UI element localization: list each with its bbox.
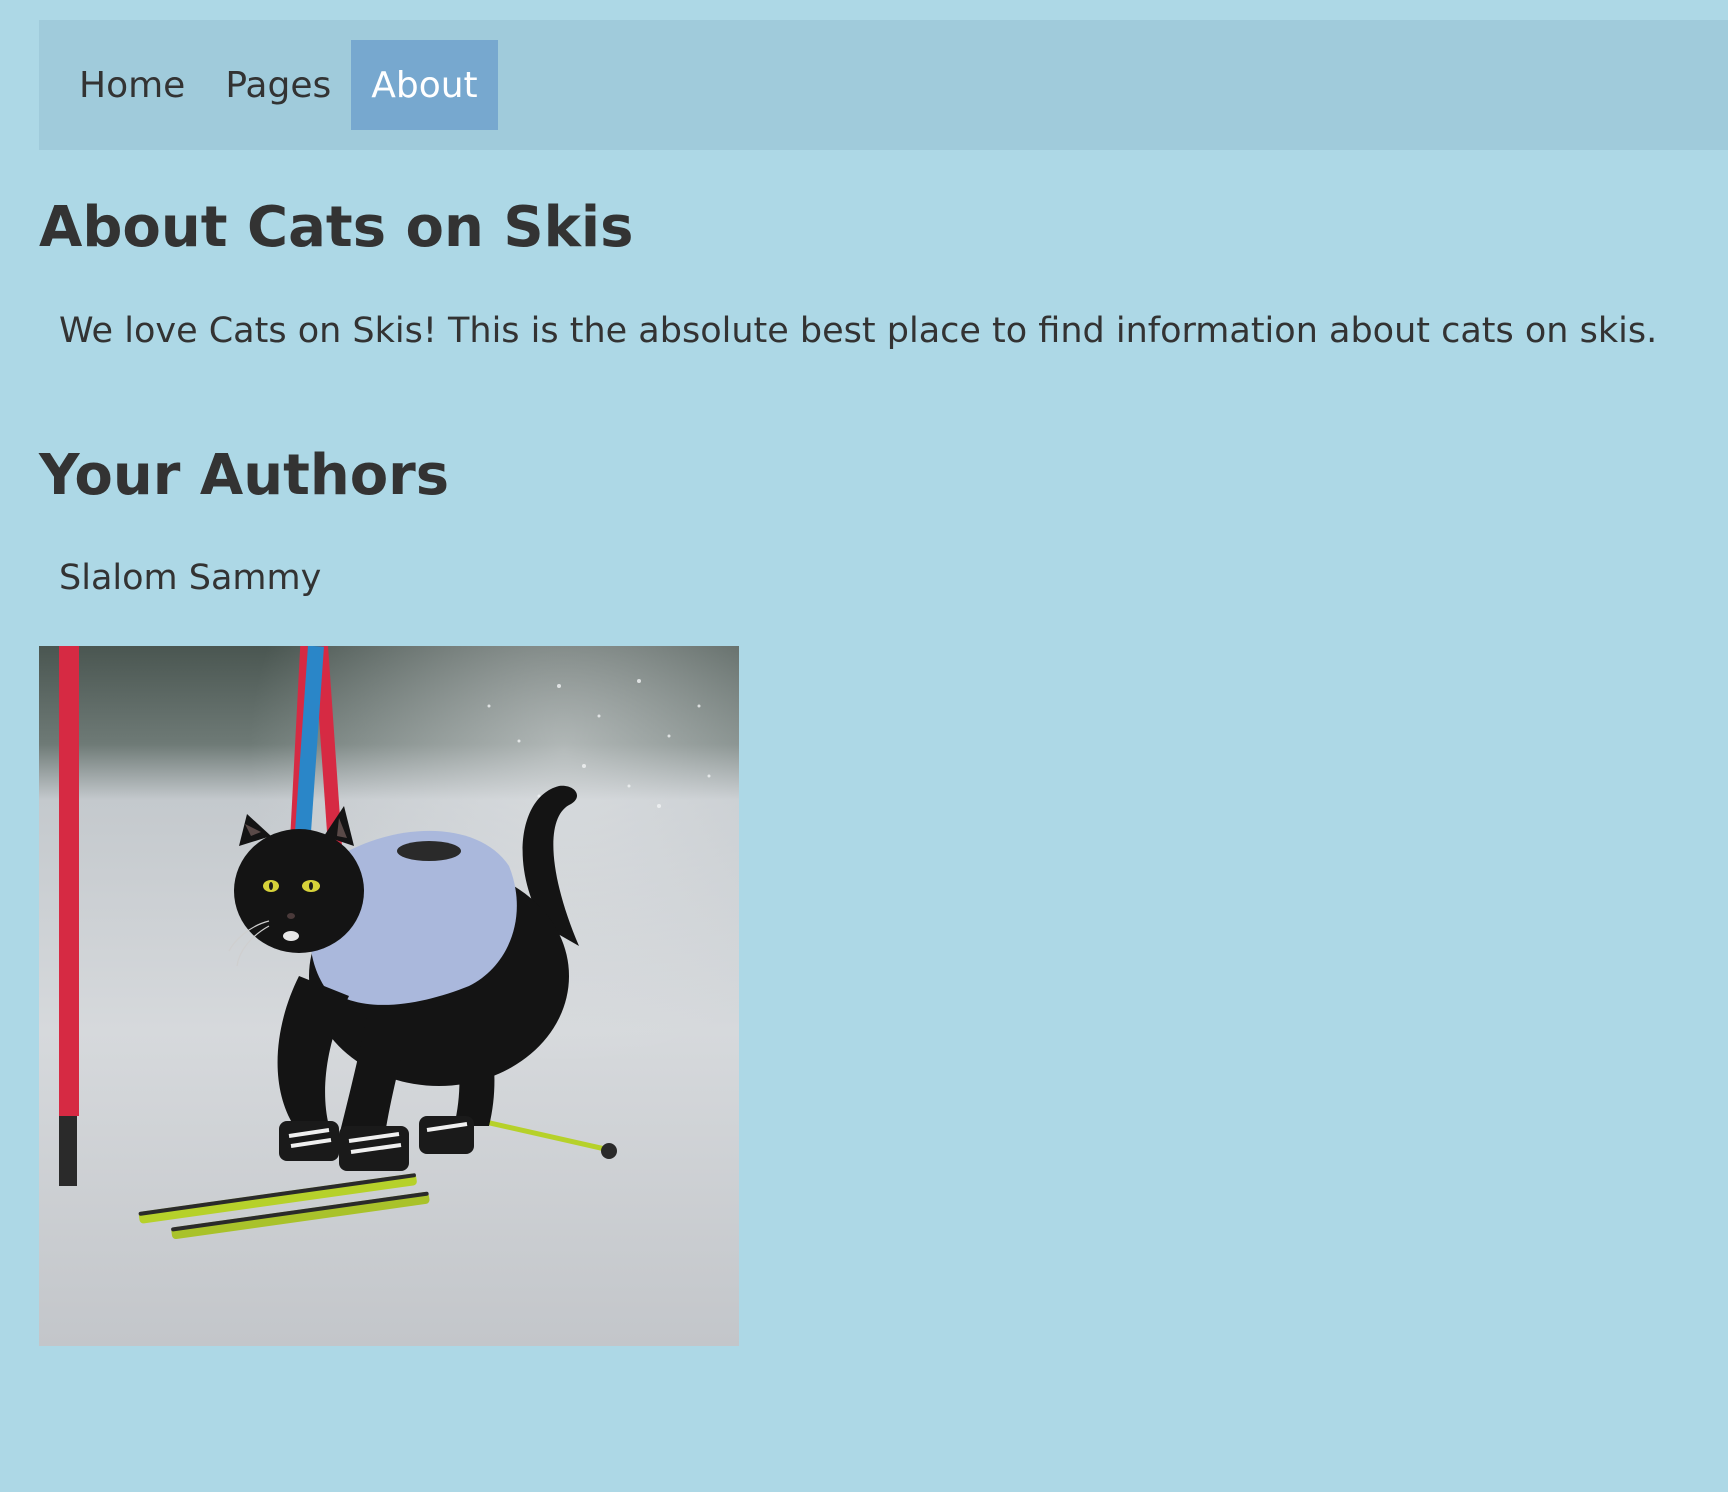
nav-item-about[interactable]: About xyxy=(351,40,498,130)
nav-item-home[interactable]: Home xyxy=(59,40,205,130)
page-title: About Cats on Skis xyxy=(39,195,634,260)
top-navbar: Home Pages About xyxy=(39,20,1728,150)
author-name: Slalom Sammy xyxy=(59,558,322,598)
nav-list: Home Pages About xyxy=(59,40,498,130)
page: Home Pages About About Cats on Skis We l… xyxy=(0,0,1728,1492)
author-photo xyxy=(39,646,739,1346)
authors-heading: Your Authors xyxy=(39,443,450,508)
nav-item-pages[interactable]: Pages xyxy=(205,40,351,130)
intro-paragraph: We love Cats on Skis! This is the absolu… xyxy=(59,311,1658,351)
